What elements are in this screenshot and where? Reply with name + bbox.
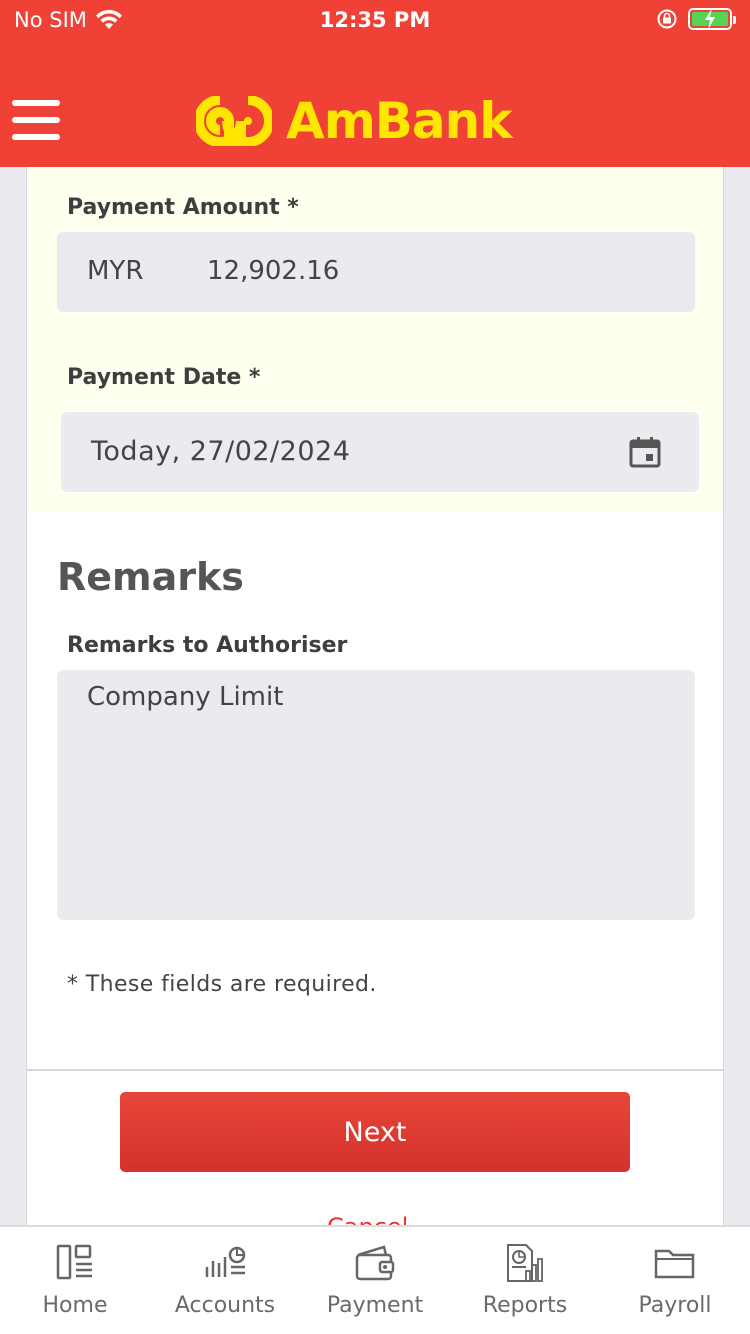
tab-payment[interactable]: Payment [300, 1227, 450, 1334]
payment-date-field[interactable]: Today, 27/02/2024 [61, 412, 699, 492]
tab-label: Home [42, 1293, 108, 1318]
tab-label: Accounts [174, 1293, 276, 1318]
payment-date-value: Today, 27/02/2024 [91, 436, 351, 467]
reports-icon [507, 1244, 543, 1282]
tab-label: Payment [326, 1293, 424, 1318]
divider [27, 1069, 723, 1071]
payment-amount-value: 12,902.16 [207, 256, 340, 286]
remarks-value: Company Limit [87, 682, 284, 712]
menu-icon[interactable] [12, 100, 60, 142]
battery-icon [688, 8, 736, 30]
required-fields-note: * These fields are required. [67, 972, 377, 997]
bottom-tab-bar: Home Accounts Payment Reports Payroll [0, 1225, 750, 1334]
ambank-logo: AmBank [196, 96, 512, 146]
remarks-section-title: Remarks [57, 555, 244, 599]
payment-amount-label: Payment Amount * [67, 195, 299, 220]
accounts-icon [205, 1246, 246, 1277]
tab-label: Payroll [638, 1293, 712, 1318]
next-button[interactable]: Next [120, 1092, 630, 1172]
payment-details-section: Payment Amount * MYR 12,902.16 Payment D… [27, 167, 723, 512]
brand-wordmark: AmBank [286, 92, 512, 150]
calendar-icon[interactable] [629, 436, 661, 472]
wallet-icon [355, 1245, 395, 1281]
remarks-textarea[interactable]: Company Limit [57, 670, 695, 920]
payment-form-panel: Payment Amount * MYR 12,902.16 Payment D… [26, 167, 724, 1225]
ambank-logo-mark-icon [196, 96, 272, 146]
payment-amount-field[interactable]: MYR 12,902.16 [57, 232, 695, 312]
tab-home[interactable]: Home [0, 1227, 150, 1334]
tab-label: Reports [482, 1293, 568, 1318]
folder-icon [654, 1249, 695, 1279]
tab-accounts[interactable]: Accounts [150, 1227, 300, 1334]
app-header: No SIM 12:35 PM AmBank [0, 0, 750, 167]
currency-label: MYR [87, 256, 144, 286]
payment-date-label: Payment Date * [67, 365, 261, 390]
rotation-lock-icon [656, 8, 678, 30]
remarks-label: Remarks to Authoriser [67, 633, 348, 658]
status-right [656, 8, 736, 30]
tab-payroll[interactable]: Payroll [600, 1227, 750, 1334]
cancel-link[interactable]: Cancel [327, 1213, 427, 1225]
home-icon [56, 1244, 92, 1280]
status-bar: No SIM 12:35 PM [0, 0, 750, 44]
status-time: 12:35 PM [319, 8, 431, 32]
tab-reports[interactable]: Reports [450, 1227, 600, 1334]
